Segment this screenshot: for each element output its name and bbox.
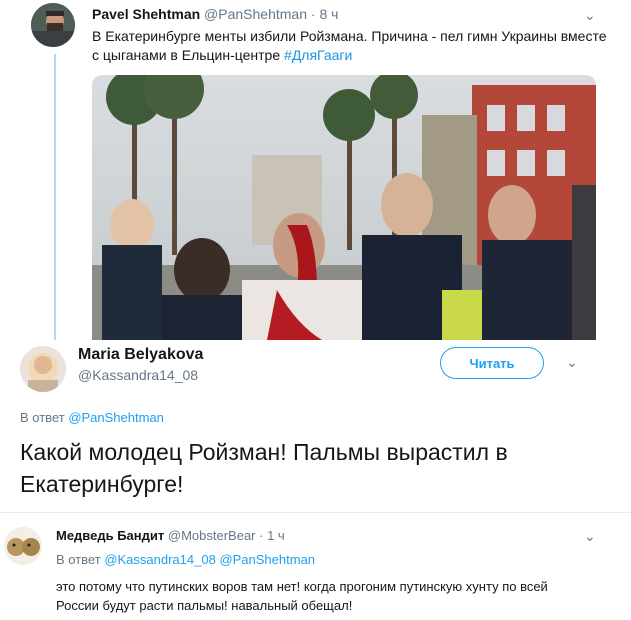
tweet-author[interactable]: Медведь Бандит @MobsterBear · 1 ч bbox=[56, 528, 285, 543]
reply-prefix: В ответ bbox=[56, 552, 105, 567]
author-handle[interactable]: @MobsterBear bbox=[168, 528, 256, 543]
author-name[interactable]: Медведь Бандит bbox=[56, 528, 164, 543]
reply-handle-link[interactable]: @PanShehtman bbox=[68, 410, 164, 425]
avatar[interactable] bbox=[4, 527, 42, 565]
reply-prefix: В ответ bbox=[20, 410, 69, 425]
author-name[interactable]: Maria Belyakova bbox=[78, 346, 203, 364]
tweet-author[interactable]: Pavel Shehtman @PanShehtman · 8 ч bbox=[92, 6, 338, 22]
chevron-down-icon[interactable]: ⌄ bbox=[566, 354, 578, 371]
tweet-pavel-shehtman: Pavel Shehtman @PanShehtman · 8 ч ⌄ В Ек… bbox=[0, 0, 631, 344]
reply-handle-link[interactable]: @PanShehtman bbox=[219, 552, 315, 567]
hashtag-link[interactable]: #ДляГааги bbox=[284, 47, 352, 63]
chevron-down-icon[interactable]: ⌄ bbox=[584, 7, 596, 24]
tweet-time[interactable]: · 1 ч bbox=[259, 528, 285, 543]
follow-button[interactable]: Читать bbox=[440, 347, 544, 379]
tweet-photo[interactable] bbox=[92, 75, 596, 340]
tweet-text: Какой молодец Ройзман! Пальмы вырастил в… bbox=[20, 439, 508, 497]
author-handle[interactable]: @Kassandra14_08 bbox=[78, 367, 198, 383]
author-handle[interactable]: @PanShehtman bbox=[204, 6, 307, 22]
thread-line bbox=[54, 54, 56, 344]
avatar[interactable] bbox=[20, 346, 66, 392]
divider bbox=[0, 512, 631, 513]
avatar[interactable] bbox=[31, 3, 75, 47]
tweet-text: В Екатеринбурге менты избили Ройзмана. П… bbox=[92, 27, 612, 65]
reply-context: В ответ @PanShehtman bbox=[20, 410, 164, 425]
tweet-time[interactable]: · 8 ч bbox=[311, 6, 339, 22]
tweet-text: это потому что путинских воров там нет! … bbox=[56, 579, 548, 613]
author-name[interactable]: Pavel Shehtman bbox=[92, 6, 200, 22]
reply-handle-link[interactable]: @Kassandra14_08 bbox=[104, 552, 216, 567]
reply-context: В ответ @Kassandra14_08 @PanShehtman bbox=[56, 552, 315, 567]
chevron-down-icon[interactable]: ⌄ bbox=[584, 528, 596, 545]
